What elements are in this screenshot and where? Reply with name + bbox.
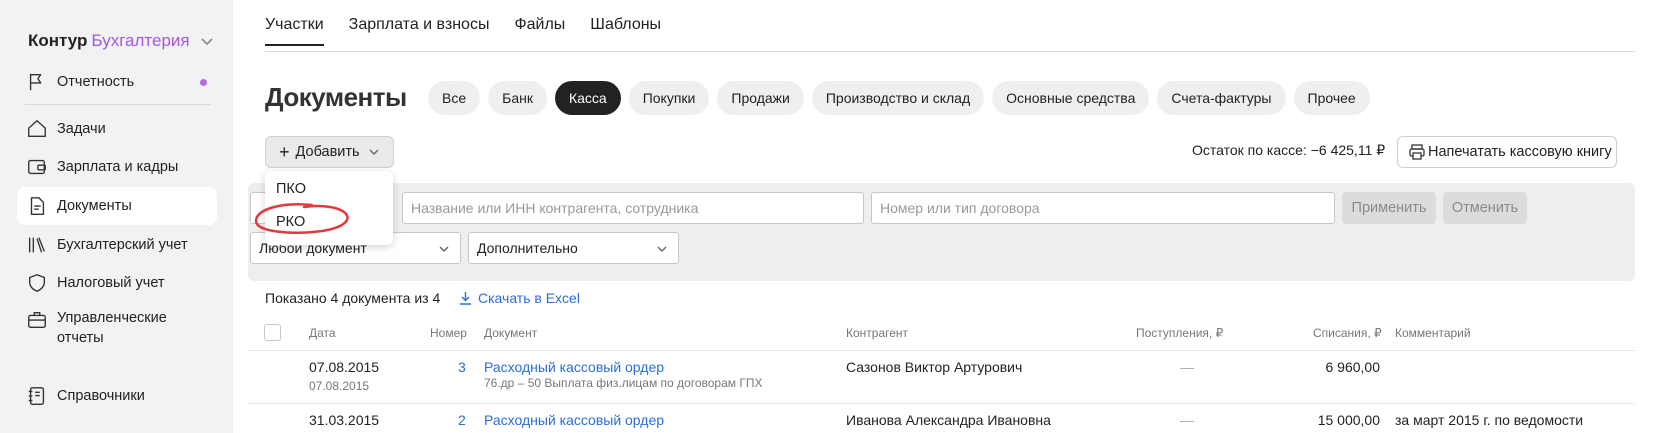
row-date: 07.08.2015 (309, 359, 380, 375)
brand-name-part1: Контур (28, 31, 88, 50)
chip-cash[interactable]: Касса (554, 81, 621, 115)
brand-name-part2: Бухгалтерия (91, 31, 190, 50)
chip-other[interactable]: Прочее (1293, 81, 1370, 115)
highlight-circle (254, 203, 349, 234)
shield-icon (25, 271, 49, 295)
sidebar-item-label: Зарплата и кадры (57, 159, 179, 175)
download-excel-label: Скачать в Excel (478, 290, 580, 306)
cancel-button[interactable]: Отменить (1443, 192, 1527, 224)
chip-all[interactable]: Все (428, 81, 481, 115)
sidebar-item-documents[interactable]: Документы (17, 187, 217, 225)
divider (265, 51, 1635, 52)
cash-balance: Остаток по кассе: −6 425,11 ₽ (1192, 142, 1386, 158)
print-cash-book-button[interactable]: Напечатать кассовую книгу (1397, 136, 1617, 168)
brand-logo[interactable]: Контур Бухгалтерия (28, 31, 214, 51)
tab-templates[interactable]: Шаблоны (590, 16, 661, 46)
sidebar-item-management-reports[interactable]: Управленческие отчеты (17, 304, 217, 350)
column-header-income[interactable]: Поступления, ₽ (1136, 326, 1223, 340)
divider (25, 104, 210, 105)
row-expense: 15 000,00 (1317, 412, 1380, 428)
column-header-date[interactable]: Дата (309, 326, 336, 340)
row-number[interactable]: 3 (458, 359, 466, 375)
chevron-down-icon (657, 246, 667, 252)
divider (248, 350, 1635, 351)
print-button-label: Напечатать кассовую книгу (1428, 144, 1612, 160)
column-header-number[interactable]: Номер (430, 326, 467, 340)
chip-purchases[interactable]: Покупки (628, 81, 710, 115)
sidebar-item-reporting[interactable]: Отчетность (17, 63, 217, 101)
row-date: 31.03.2015 (309, 412, 380, 428)
chip-production[interactable]: Производство и склад (811, 81, 985, 115)
chip-fixed-assets[interactable]: Основные средства (992, 81, 1150, 115)
chip-bank[interactable]: Банк (488, 81, 547, 115)
sidebar: Контур Бухгалтерия Отчетность Задачи Зар… (0, 0, 233, 433)
row-document-link[interactable]: Расходный кассовый ордер (484, 359, 664, 375)
divider (248, 403, 1635, 404)
apply-button[interactable]: Применить (1342, 192, 1436, 224)
sidebar-item-tax[interactable]: Налоговый учет (17, 264, 217, 302)
books-icon (25, 233, 49, 257)
notification-dot (200, 79, 207, 86)
sidebar-item-salary[interactable]: Зарплата и кадры (17, 148, 217, 186)
contract-search-input[interactable]: Номер или тип договора (871, 192, 1335, 224)
sidebar-item-accounting[interactable]: Бухгалтерский учет (17, 226, 217, 264)
row-document-link[interactable]: Расходный кассовый ордер (484, 412, 664, 428)
chevron-down-icon (439, 246, 449, 252)
row-document-sub: 76.др – 50 Выплата физ.лицам по договора… (484, 376, 763, 390)
sidebar-item-label: Задачи (57, 121, 106, 137)
row-counterparty: Сазонов Виктор Артурович (846, 359, 1023, 375)
sidebar-item-directories[interactable]: Справочники (17, 377, 217, 415)
sidebar-item-label: Бухгалтерский учет (57, 237, 188, 253)
notebook-icon (25, 384, 49, 408)
sidebar-item-label: Справочники (57, 388, 145, 404)
chip-sales[interactable]: Продажи (717, 81, 804, 115)
shown-count: Показано 4 документа из 4 (265, 290, 441, 306)
chevron-down-icon (201, 38, 213, 46)
row-income: — (1180, 412, 1194, 428)
plus-icon: + (279, 142, 290, 162)
row-income: — (1180, 359, 1194, 375)
document-type-filter: Все Банк Касса Покупки Продажи Производс… (428, 81, 1370, 115)
download-excel-link[interactable]: Скачать в Excel (459, 290, 580, 306)
row-number[interactable]: 2 (458, 412, 466, 428)
briefcase-icon (25, 308, 49, 332)
add-button-label: Добавить (295, 144, 360, 160)
sidebar-item-label: Налоговый учет (57, 275, 165, 291)
column-header-comment[interactable]: Комментарий (1395, 326, 1471, 340)
select-all-checkbox[interactable] (264, 324, 281, 341)
add-button[interactable]: + Добавить (265, 136, 394, 168)
filter-panel: Название или ИНН контрагента, сотрудника… (248, 183, 1635, 281)
sidebar-item-label: Управленческие отчеты (57, 310, 167, 346)
flag-icon (25, 70, 49, 94)
sidebar-item-tasks[interactable]: Задачи (17, 110, 217, 148)
tab-files[interactable]: Файлы (514, 16, 565, 46)
row-counterparty: Иванова Александра Ивановна (846, 412, 1051, 428)
printer-icon (1409, 144, 1425, 160)
sidebar-item-label: Отчетность (57, 74, 135, 90)
additional-filter-select[interactable]: Дополнительно (468, 232, 679, 264)
menu-item-pko[interactable]: ПКО (276, 181, 306, 197)
row-comment: за март 2015 г. по ведомости (1395, 412, 1584, 428)
row-expense: 6 960,00 (1325, 359, 1381, 375)
column-header-expense[interactable]: Списания, ₽ (1313, 326, 1382, 340)
counterparty-search-input[interactable]: Название или ИНН контрагента, сотрудника (402, 192, 864, 224)
additional-filter-value: Дополнительно (477, 240, 578, 256)
download-icon (460, 292, 471, 305)
tab-sections[interactable]: Участки (265, 16, 324, 46)
page-title: Документы (265, 82, 407, 112)
column-header-counterparty[interactable]: Контрагент (846, 326, 908, 340)
column-header-document[interactable]: Документ (484, 326, 537, 340)
home-icon (25, 117, 49, 141)
wallet-icon (25, 155, 49, 179)
tab-salary-contributions[interactable]: Зарплата и взносы (349, 16, 490, 46)
row-date-sub: 07.08.2015 (309, 379, 370, 393)
section-tabs: Участки Зарплата и взносы Файлы Шаблоны (265, 16, 661, 46)
sidebar-item-label: Документы (57, 198, 132, 214)
chip-invoices[interactable]: Счета-фактуры (1157, 81, 1286, 115)
chevron-down-icon (369, 149, 379, 155)
document-icon (25, 194, 49, 218)
